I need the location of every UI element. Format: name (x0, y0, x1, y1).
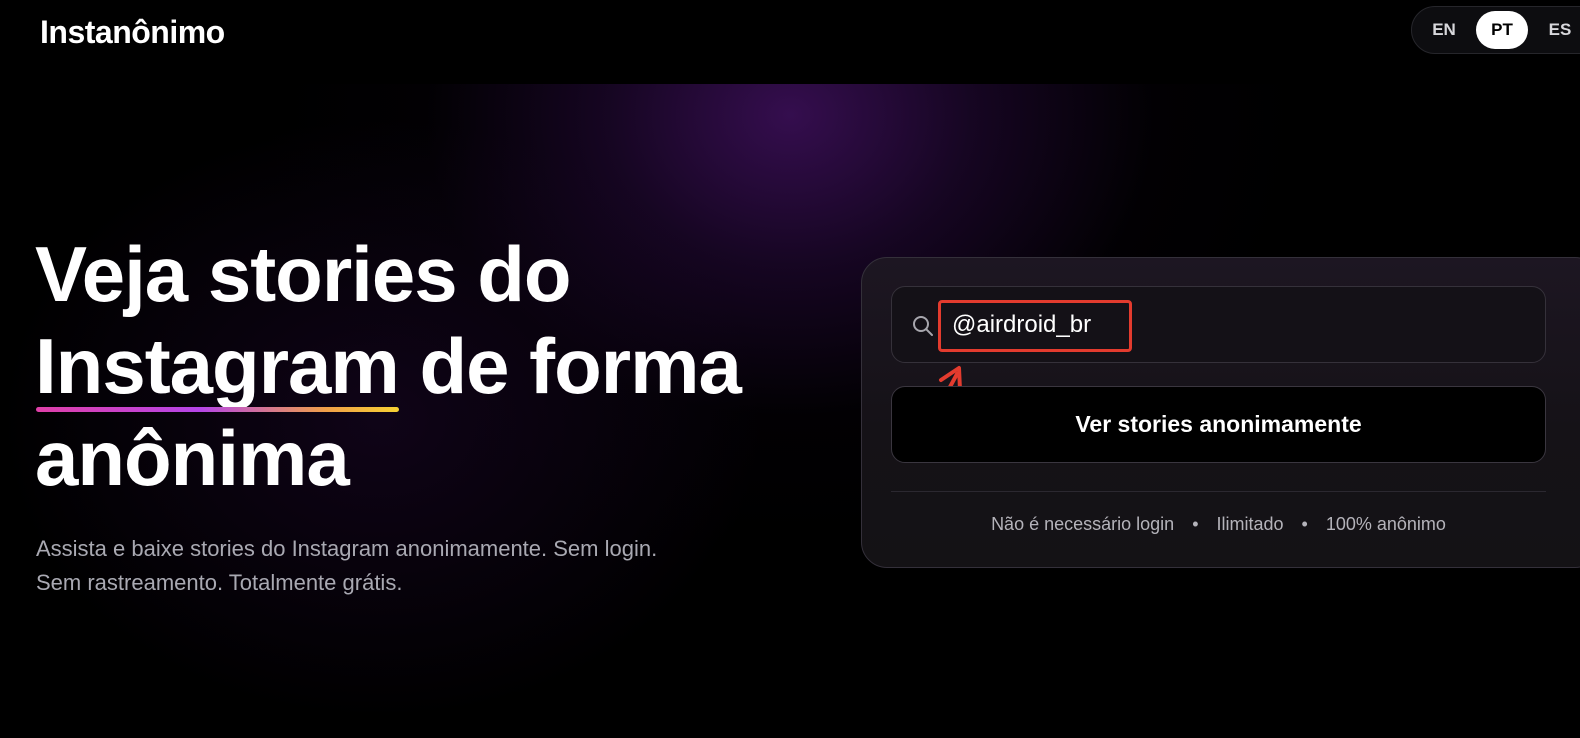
hero-headline: Veja stories do Instagram de forma anôni… (35, 228, 742, 504)
top-bar: Instanônimo EN PT ES (0, 0, 1580, 84)
language-option-pt[interactable]: PT (1476, 11, 1528, 49)
language-option-en[interactable]: EN (1424, 11, 1464, 49)
headline-highlight-word: Instagram (35, 322, 400, 410)
headline-line-2-rest: de forma (398, 322, 741, 410)
gradient-underline (36, 407, 399, 412)
feature-anonymous: 100% anônimo (1325, 514, 1446, 534)
feature-separator: • (1301, 514, 1308, 534)
card-divider (891, 491, 1546, 492)
feature-no-login: Não é necessário login (991, 514, 1175, 534)
headline-line-3: anônima (35, 414, 350, 502)
username-input[interactable] (952, 304, 1512, 346)
hero-subtitle: Assista e baixe stories do Instagram ano… (36, 536, 658, 595)
feature-separator: • (1192, 514, 1199, 534)
view-stories-button[interactable]: Ver stories anonimamente (891, 386, 1546, 463)
language-switcher: EN PT ES (1411, 6, 1580, 54)
language-option-es[interactable]: ES (1540, 11, 1580, 49)
headline-line-1: Veja stories do (35, 230, 572, 318)
feature-unlimited: Ilimitado (1216, 514, 1284, 534)
search-icon (913, 316, 933, 336)
logo[interactable]: Instanônimo (40, 14, 225, 51)
feature-list: Não é necessário login • Ilimitado • 100% an… (891, 510, 1546, 538)
